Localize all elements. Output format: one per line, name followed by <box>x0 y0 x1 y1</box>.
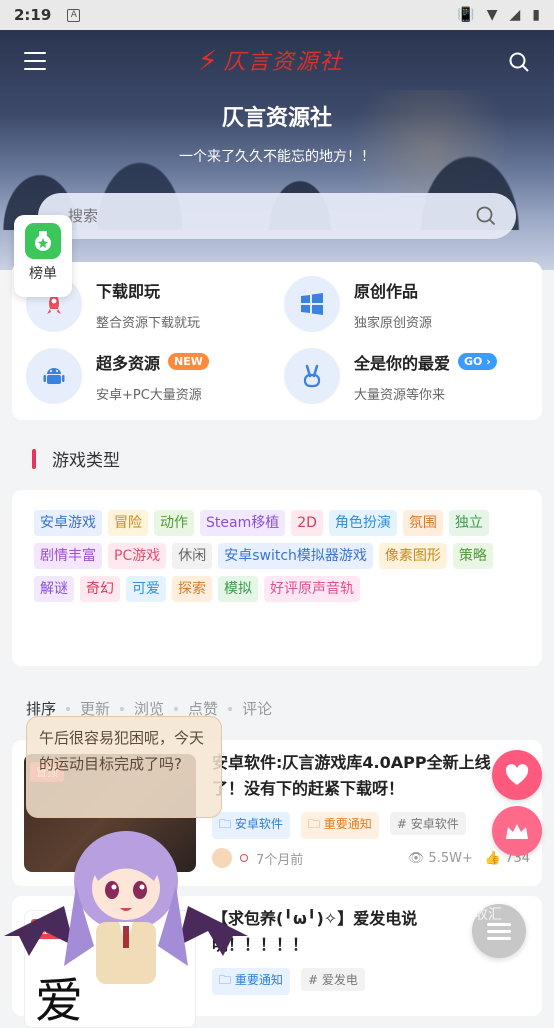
views-count: 👁 5.5W+ <box>407 850 473 866</box>
android-icon <box>26 348 82 404</box>
signal-icon: ◢ <box>509 7 521 23</box>
feature-desc: 独家原创资源 <box>354 315 433 331</box>
post-meta: 7个月前 👁 5.5W+ 👍 734 <box>212 848 530 868</box>
post-time: 7个月前 <box>256 852 304 868</box>
game-types-heading: 游戏类型 <box>32 446 120 471</box>
search-icon[interactable] <box>476 206 496 226</box>
eye-icon: 👁 <box>407 850 425 866</box>
vip-button[interactable] <box>492 806 542 856</box>
hamburger-menu-icon[interactable] <box>24 52 46 70</box>
mascot-speech-bubble: 午后很容易犯困呢，今天的运动目标完成了吗? <box>26 716 222 818</box>
game-tag[interactable]: 奇幻 <box>80 576 120 602</box>
game-tag[interactable]: 冒险 <box>108 510 148 536</box>
mascot-character[interactable] <box>4 826 248 984</box>
watermark-text: 收汇 <box>474 907 502 923</box>
vibrate-icon: 📳 <box>457 7 475 23</box>
feature-desc: 安卓+PC大量资源 <box>96 387 202 403</box>
logo-text: 仄言资源社 <box>223 50 344 75</box>
feature-title: 下载即玩 <box>96 281 161 301</box>
game-tag[interactable]: 休闲 <box>172 543 213 569</box>
site-subtitle: 一个来了久久不能忘的地方！！ <box>179 149 375 165</box>
thumb-up-icon: 👍 <box>484 850 502 866</box>
game-tag[interactable]: 可爱 <box>126 576 166 602</box>
sort-comments[interactable]: 评论 <box>242 698 272 719</box>
game-tag[interactable]: 安卓游戏 <box>34 510 102 536</box>
feature-original[interactable]: 原创作品独家原创资源 <box>284 276 432 332</box>
new-badge: NEW <box>168 353 209 370</box>
lightning-icon: ⚡ <box>198 43 218 77</box>
feature-title: 全是你的最爱 <box>354 353 451 373</box>
tag-cloud: 安卓游戏 冒险 动作 Steam移植 2D 角色扮演 氛围 独立剧情丰富 PC游戏 休闲 安卓swi… <box>34 510 514 602</box>
menu-icon <box>487 923 511 940</box>
search-bar[interactable] <box>38 193 516 239</box>
site-logo[interactable]: ⚡ 仄言资源社 <box>198 40 344 80</box>
status-bar: 2:19 A 📳 ▼ ◢ ▮ <box>0 0 554 30</box>
feature-resources[interactable]: 超多资源 NEW 安卓+PC大量资源 <box>26 348 209 404</box>
hashtag[interactable]: # 爱发电 <box>300 968 365 991</box>
notification-icon: A <box>67 8 81 22</box>
site-title: 仄言资源社 <box>221 106 332 131</box>
game-tag[interactable]: 探索 <box>172 576 212 602</box>
post-tags: 🗀 安卓软件 🗀 重要通知 # 安卓软件 <box>212 812 472 839</box>
game-tag[interactable]: 像素图形 <box>378 543 447 569</box>
rank-label: 榜单 <box>29 266 57 282</box>
game-types-panel: 安卓游戏 冒险 动作 Steam移植 2D 角色扮演 氛围 独立剧情丰富 PC游戏 休闲 安卓swi… <box>12 490 542 666</box>
battery-icon: ▮ <box>532 7 540 23</box>
favorite-button[interactable] <box>492 750 542 800</box>
peace-hand-icon <box>284 348 340 404</box>
feature-title: 超多资源 <box>96 353 161 373</box>
game-tag[interactable]: PC游戏 <box>108 543 167 569</box>
game-tag[interactable]: Steam移植 <box>200 510 286 536</box>
status-time: 2:19 <box>14 6 52 24</box>
crown-icon <box>506 824 528 839</box>
game-tag[interactable]: 策略 <box>452 543 493 569</box>
wifi-icon: ▼ <box>486 7 498 23</box>
status-icons: 📳 ▼ ◢ ▮ <box>457 7 540 23</box>
game-tag[interactable]: 安卓switch模拟器游戏 <box>218 543 373 569</box>
windows-icon <box>284 276 340 332</box>
search-icon[interactable] <box>509 52 529 72</box>
features-panel: 下载即玩整合资源下载就玩 原创作品独家原创资源 超多资源 NEW 安卓+PC大量资源… <box>12 262 542 420</box>
rank-button[interactable]: 榜单 <box>14 215 72 297</box>
post-title[interactable]: 安卓软件:仄言游戏库4.0APP全新上线了！没有下的赶紧下载呀！ <box>212 750 512 802</box>
feature-title: 原创作品 <box>354 281 419 301</box>
search-input[interactable] <box>68 207 476 225</box>
go-badge[interactable]: GO › <box>458 353 497 370</box>
game-tag[interactable]: 模拟 <box>218 576 258 602</box>
post-title[interactable]: 【求包养(╹ω╹)✧】爱发电说明！！！！！ <box>212 906 512 958</box>
game-tag[interactable]: 好评原声音轨 <box>264 576 360 602</box>
game-tag[interactable]: 氛围 <box>402 510 443 536</box>
feature-desc: 大量资源等你来 <box>354 387 446 403</box>
feature-favorites[interactable]: 全是你的最爱 GO › 大量资源等你来 <box>284 348 497 404</box>
game-tag[interactable]: 剧情丰富 <box>34 543 102 569</box>
category-tag[interactable]: 🗀 重要通知 <box>300 812 379 839</box>
heart-icon <box>505 764 529 785</box>
feature-desc: 整合资源下载就玩 <box>96 315 201 331</box>
game-tag[interactable]: 独立 <box>448 510 489 536</box>
game-tag[interactable]: 2D <box>291 510 323 536</box>
game-tag[interactable]: 动作 <box>154 510 194 536</box>
game-tag[interactable]: 角色扮演 <box>328 510 397 536</box>
medal-icon <box>25 223 61 259</box>
game-tag[interactable]: 解谜 <box>34 576 74 602</box>
hashtag[interactable]: # 安卓软件 <box>389 812 466 835</box>
